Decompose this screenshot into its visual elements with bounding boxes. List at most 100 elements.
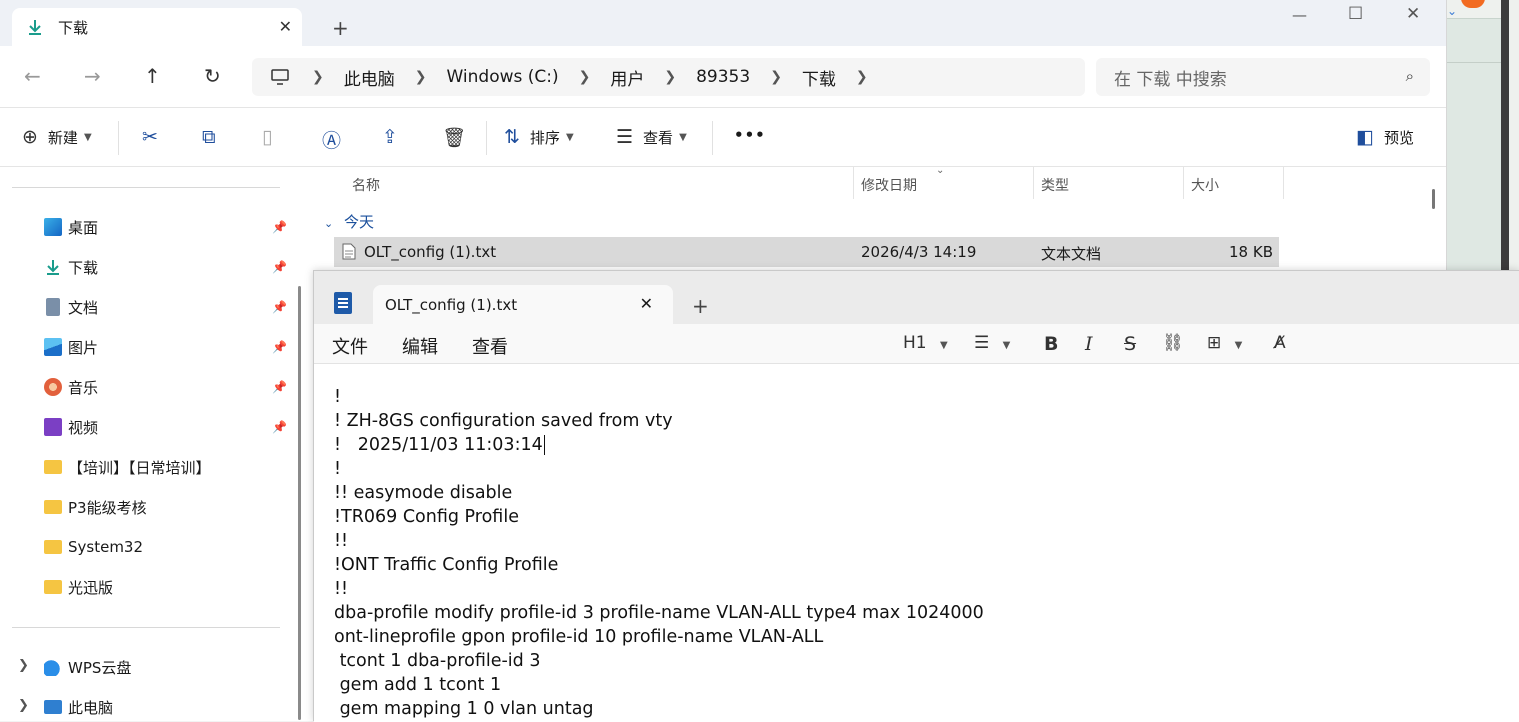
text-line: gem add 1 tcont 1: [334, 675, 502, 695]
bold-button[interactable]: B: [1044, 333, 1058, 355]
sidebar-item-this-pc[interactable]: 此电脑: [44, 695, 113, 719]
chevron-right-icon[interactable]: ❯: [856, 69, 868, 85]
menu-view[interactable]: 查看: [472, 333, 508, 359]
link-icon: ⛓: [1162, 333, 1184, 353]
breadcrumb-item[interactable]: 此电脑: [344, 65, 395, 90]
sidebar-item-folder[interactable]: 光迅版: [44, 575, 113, 599]
text-line: ont-lineprofile gpon profile-id 10 profi…: [334, 627, 824, 647]
search-box[interactable]: 在 下载 中搜索 ⌕: [1096, 58, 1430, 96]
text-line: dba-profile modify profile-id 3 profile-…: [334, 603, 984, 623]
pin-icon[interactable]: 📌: [272, 340, 287, 354]
link-button[interactable]: ⛓: [1162, 333, 1184, 353]
new-button[interactable]: ⊕ 新建 ▼: [22, 126, 92, 148]
view-button[interactable]: ☰ 查看 ▼: [616, 126, 687, 148]
breadcrumb-item[interactable]: 89353: [696, 67, 750, 87]
chevron-right-icon: ❯: [414, 69, 427, 85]
sidebar-item-folder[interactable]: 【培训】【日常培训】: [44, 455, 211, 479]
notepad-tab[interactable]: OLT_config (1).txt ✕: [373, 285, 673, 325]
heading-dropdown[interactable]: H1 ▼: [903, 333, 948, 353]
divider: [12, 627, 280, 628]
group-header-today[interactable]: ⌄ 今天: [324, 211, 374, 232]
app-logo-icon: [1461, 0, 1485, 8]
refresh-icon[interactable]: ↻: [204, 64, 221, 88]
column-divider[interactable]: [1033, 167, 1034, 199]
notepad-editor[interactable]: ! ! ZH-8GS configuration saved from vty …: [314, 365, 1519, 722]
new-tab-icon[interactable]: +: [692, 294, 709, 318]
cut-button[interactable]: ✂: [142, 126, 168, 148]
sidebar-item-folder[interactable]: System32: [44, 535, 143, 559]
bold-icon: B: [1044, 333, 1059, 355]
preview-button[interactable]: ◧ 预览: [1356, 126, 1414, 148]
notepad-window: OLT_config (1).txt ✕ + 文件 编辑 查看 H1 ▼ ☰ ▼…: [313, 270, 1519, 722]
sidebar-item-pictures[interactable]: 图片 📌: [44, 335, 287, 359]
download-icon: [47, 260, 59, 275]
pin-icon[interactable]: 📌: [272, 300, 287, 314]
share-button[interactable]: ⇪: [382, 126, 408, 148]
breadcrumb-item[interactable]: Windows (C:): [446, 67, 558, 87]
column-header-date[interactable]: 修改日期: [861, 175, 917, 195]
breadcrumb-item[interactable]: 下载: [802, 65, 836, 90]
back-arrow-icon[interactable]: ←: [24, 64, 41, 88]
text-line: tcont 1 dba-profile-id 3: [334, 651, 541, 671]
sidebar-item-downloads[interactable]: 下载 📌: [44, 255, 287, 279]
text-file-icon: [342, 243, 356, 260]
strikethrough-button[interactable]: S: [1124, 333, 1136, 355]
explorer-tab[interactable]: 下载 ✕: [12, 8, 302, 46]
pin-icon[interactable]: 📌: [272, 420, 287, 434]
sort-caret-icon: ⌄: [936, 165, 945, 176]
chevron-right-icon: ❯: [664, 69, 677, 85]
maximize-icon[interactable]: ☐: [1348, 4, 1363, 24]
close-tab-icon[interactable]: ✕: [640, 294, 653, 313]
more-options-button[interactable]: •••: [734, 126, 766, 144]
pin-icon[interactable]: 📌: [272, 220, 287, 234]
italic-button[interactable]: I: [1085, 333, 1093, 355]
close-tab-icon[interactable]: ✕: [279, 17, 292, 36]
chevron-down-icon: ▼: [679, 131, 687, 143]
sort-button[interactable]: ⇅ 排序 ▼: [504, 126, 574, 148]
sidebar-scrollbar[interactable]: [298, 286, 301, 720]
close-window-icon[interactable]: ✕: [1406, 4, 1420, 24]
file-row[interactable]: OLT_config (1).txt 2026/4/3 14:19 文本文档 1…: [334, 237, 1279, 267]
copy-button[interactable]: ⧉: [202, 126, 226, 148]
search-placeholder: 在 下载 中搜索: [1114, 69, 1227, 90]
scissors-icon: ✂: [142, 126, 158, 148]
chevron-right-icon[interactable]: ❯: [18, 658, 29, 673]
delete-button[interactable]: 🗑: [442, 126, 476, 149]
chevron-right-icon[interactable]: ❯: [18, 698, 29, 713]
table-dropdown[interactable]: ⊞ ▼: [1207, 333, 1242, 353]
file-list-scrollbar[interactable]: [1432, 189, 1435, 209]
sidebar-item-label: 文档: [68, 298, 99, 317]
text-line: !ONT Traffic Config Profile: [334, 555, 559, 575]
menu-file[interactable]: 文件: [332, 333, 368, 359]
column-header-type[interactable]: 类型: [1041, 175, 1069, 195]
up-arrow-icon[interactable]: ↑: [144, 64, 161, 88]
menu-edit[interactable]: 编辑: [402, 333, 438, 359]
forward-arrow-icon[interactable]: →: [84, 64, 101, 88]
rename-button[interactable]: Ⓐ: [322, 126, 351, 153]
divider: [1447, 62, 1501, 63]
column-header-size[interactable]: 大小: [1191, 175, 1219, 195]
sidebar-item-music[interactable]: 音乐 📌: [44, 375, 287, 399]
sidebar-item-wps-cloud[interactable]: WPS云盘: [44, 655, 131, 679]
breadcrumb-item[interactable]: 用户: [610, 65, 644, 90]
sidebar-item-documents[interactable]: 文档 📌: [44, 295, 287, 319]
minimize-icon[interactable]: —: [1292, 6, 1307, 24]
column-divider[interactable]: [1183, 167, 1184, 199]
search-icon[interactable]: ⌕: [1406, 67, 1414, 85]
sidebar-item-desktop[interactable]: 桌面 📌: [44, 215, 287, 239]
column-header-name[interactable]: 名称: [352, 175, 380, 195]
chevron-right-icon: ❯: [770, 69, 782, 85]
command-bar: ⊕ 新建 ▼ ✂ ⧉ ▯ Ⓐ ⇪ 🗑 ⇅ 排序 ▼ ☰ 查看 ▼ ••• ◧ 预…: [0, 109, 1446, 167]
explorer-tab-bar: 下载 ✕ + — ☐ ✕: [0, 0, 1446, 46]
breadcrumb[interactable]: ❯ 此电脑 ❯ Windows (C:) ❯ 用户 ❯ 89353 ❯ 下载 ❯: [252, 58, 1085, 96]
paste-button[interactable]: ▯: [262, 126, 282, 148]
list-dropdown[interactable]: ☰ ▼: [974, 333, 1010, 353]
sidebar-item-folder[interactable]: P3能级考核: [44, 495, 147, 519]
clear-formatting-button[interactable]: A̸: [1274, 333, 1286, 353]
column-divider[interactable]: [853, 167, 854, 199]
column-divider[interactable]: [1283, 167, 1284, 199]
pin-icon[interactable]: 📌: [272, 260, 287, 274]
pin-icon[interactable]: 📌: [272, 380, 287, 394]
sidebar-item-videos[interactable]: 视频 📌: [44, 415, 287, 439]
new-tab-icon[interactable]: +: [332, 16, 349, 40]
